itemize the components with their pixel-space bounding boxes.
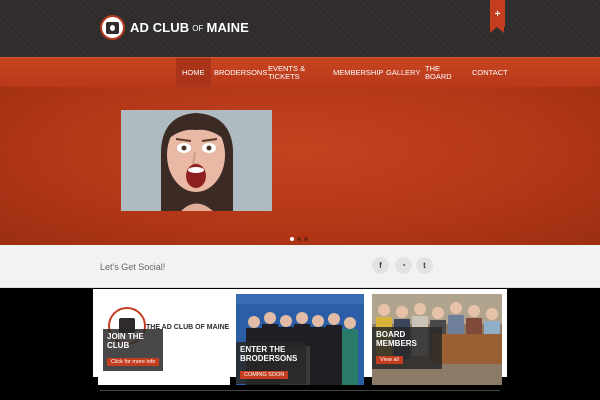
- facebook-icon[interactable]: f: [372, 257, 389, 274]
- brodersons-caption: ENTER THE BRODERSONS COMING SOON: [236, 342, 306, 384]
- nav-item-brodersons[interactable]: BRODERSONS: [214, 58, 267, 88]
- main-nav: HOME BRODERSONS EVENTS & TICKETS MEMBERS…: [0, 57, 600, 88]
- logo-text: AD CLUB OF MAINE: [130, 20, 249, 35]
- brodersons-card[interactable]: ENTER THE BRODERSONS COMING SOON: [236, 294, 364, 385]
- hero-image: [121, 110, 272, 211]
- rss-icon[interactable]: ◔: [395, 257, 412, 274]
- social-bar: Let's Get Social! f ◔ t: [0, 245, 600, 288]
- brodersons-title: ENTER THE BRODERSONS: [240, 345, 298, 363]
- hero-slider: [0, 87, 600, 245]
- nav-item-events[interactable]: EVENTS & TICKETS: [268, 58, 313, 88]
- slider-pagination: [290, 237, 308, 241]
- logo-mark-icon: [100, 15, 125, 40]
- join-club-title: JOIN THE CLUB: [107, 332, 144, 350]
- nav-item-home[interactable]: HOME: [176, 58, 211, 88]
- social-heading: Let's Get Social!: [100, 262, 166, 272]
- board-card[interactable]: BOARD MEMBERS View all: [372, 294, 502, 385]
- nav-item-contact[interactable]: CONTACT: [472, 58, 508, 88]
- site-header: AD CLUB OF MAINE +: [0, 0, 600, 57]
- brodersons-button[interactable]: COMING SOON: [240, 371, 289, 379]
- expand-ribbon-button[interactable]: +: [490, 0, 505, 33]
- logo-main: AD CLUB: [130, 20, 190, 35]
- nav-item-membership[interactable]: MEMBERSHIP: [333, 58, 383, 88]
- nav-item-gallery[interactable]: GALLERY: [386, 58, 420, 88]
- join-club-card[interactable]: THE AD CLUB OF MAINE JOIN THE CLUB Click…: [98, 294, 230, 385]
- join-club-button[interactable]: Click for more info: [107, 358, 160, 366]
- nav-item-board[interactable]: THE BOARD: [425, 58, 452, 88]
- logo-of: OF: [192, 24, 204, 33]
- board-title: BOARD MEMBERS: [376, 330, 417, 348]
- slider-dot-3[interactable]: [304, 237, 308, 241]
- board-button[interactable]: View all: [376, 356, 403, 364]
- slider-dot-2[interactable]: [297, 237, 301, 241]
- join-club-caption: JOIN THE CLUB Click for more info: [103, 329, 164, 371]
- promo-panel: THE AD CLUB OF MAINE JOIN THE CLUB Click…: [93, 289, 507, 385]
- logo-state: MAINE: [206, 20, 249, 35]
- slider-dot-1[interactable]: [290, 237, 294, 241]
- twitter-icon[interactable]: t: [416, 257, 433, 274]
- site-logo[interactable]: AD CLUB OF MAINE: [100, 15, 249, 40]
- plus-icon: +: [494, 9, 501, 20]
- footer-divider: [100, 390, 500, 391]
- board-caption: BOARD MEMBERS View all: [372, 327, 442, 369]
